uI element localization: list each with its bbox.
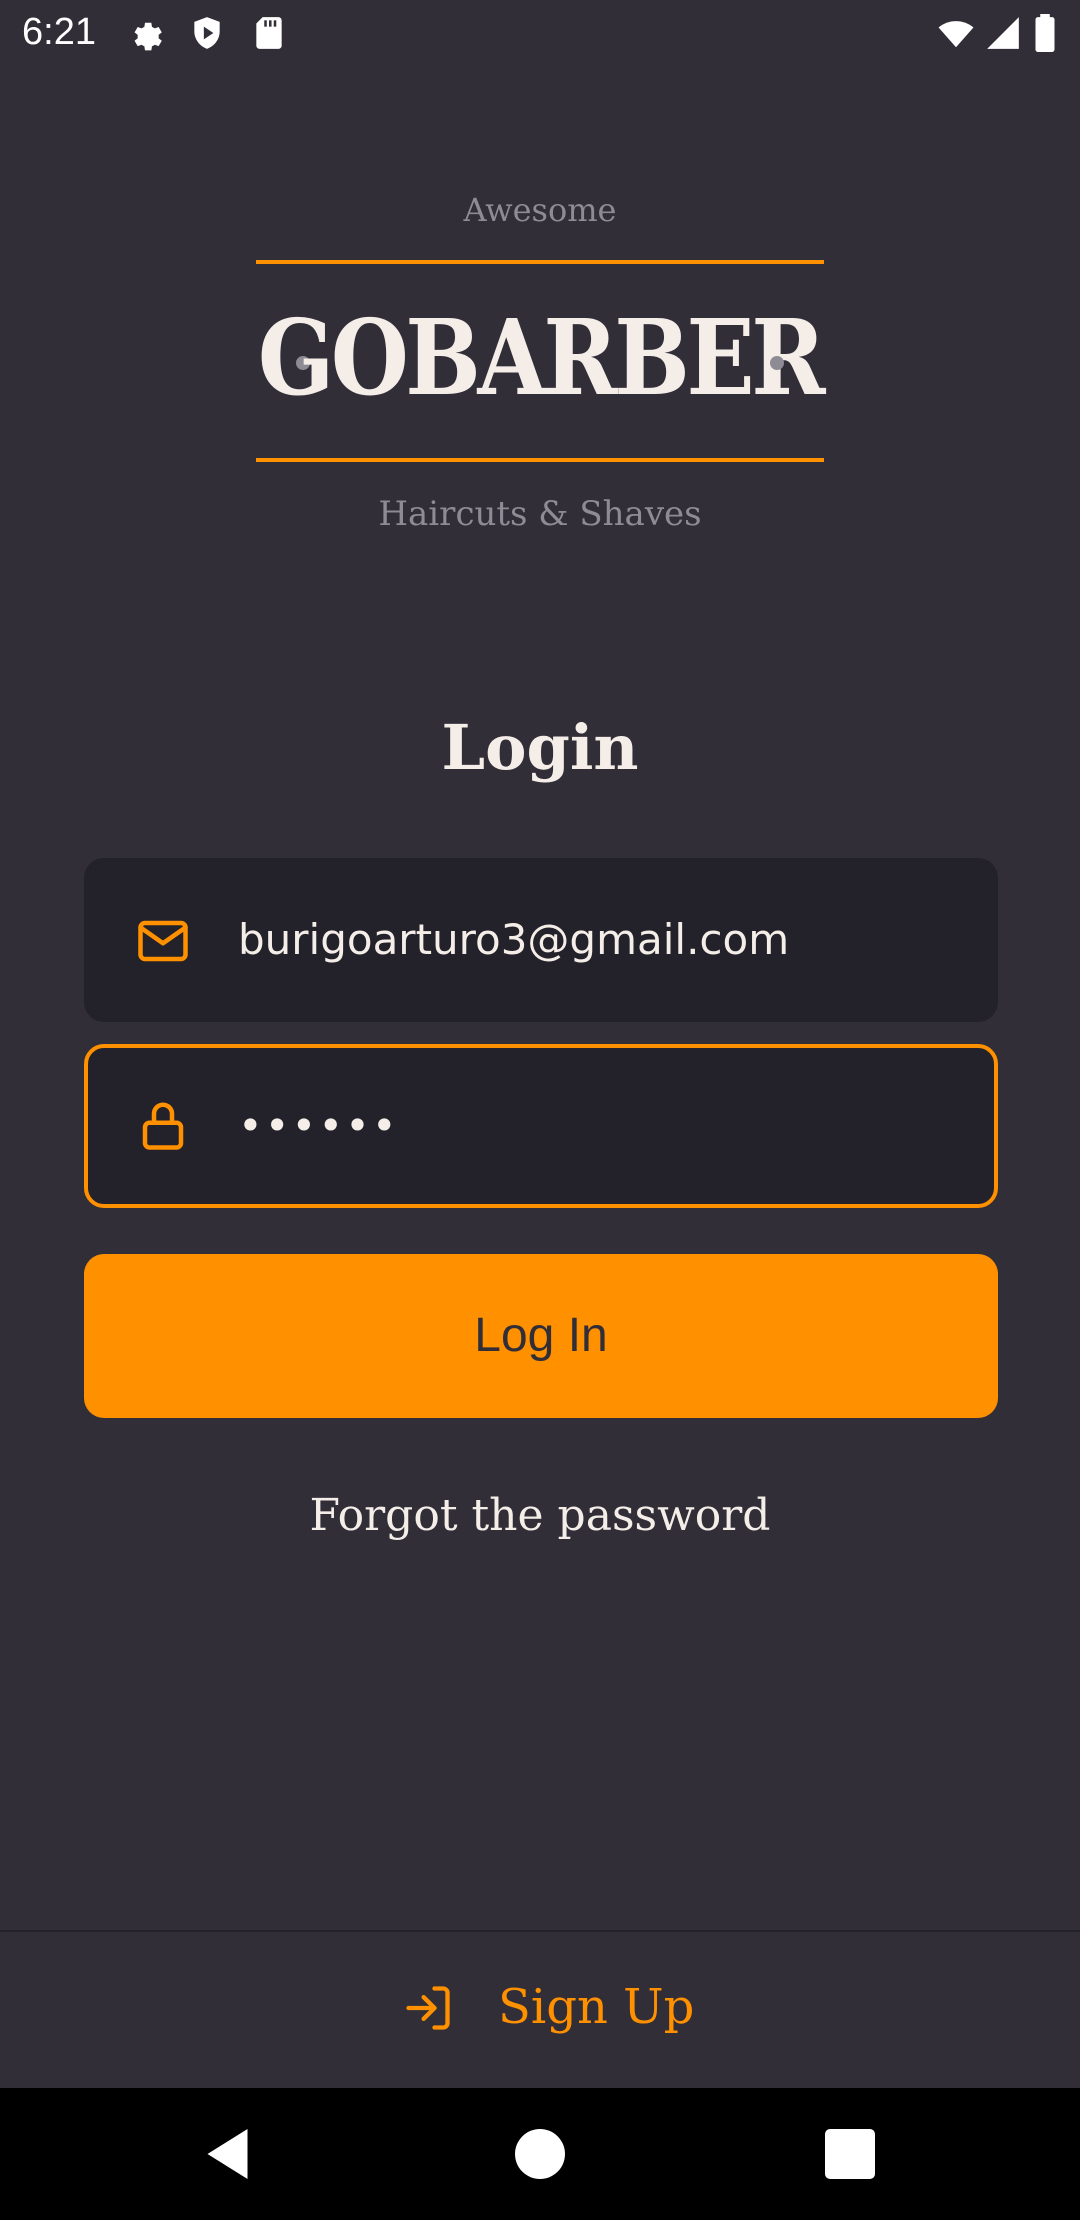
logo-tagline-top: Awesome	[463, 191, 617, 229]
logo-line-bottom	[256, 458, 824, 462]
logo-title: GOBARBER	[257, 296, 826, 419]
wifi-icon	[938, 21, 974, 48]
lock-icon	[142, 1102, 184, 1150]
signal-icon	[987, 17, 1019, 49]
mail-icon	[138, 920, 188, 962]
page-title: Login	[441, 711, 639, 784]
email-value: burigoarturo3@gmail.com	[238, 915, 790, 964]
logo-tagline-bottom: Haircuts & Shaves	[378, 494, 702, 534]
status-bar: 6:21	[0, 0, 1080, 66]
settings-icon	[134, 22, 162, 51]
app-logo: Awesome GOBARBER Haircuts & Shaves	[0, 180, 1080, 540]
logo-dot-right	[770, 356, 784, 370]
password-value: ••••••	[238, 1101, 399, 1150]
recents-icon[interactable]	[820, 2124, 880, 2184]
logo-line-top	[256, 260, 824, 264]
shield-icon	[194, 17, 220, 49]
signup-label: Sign Up	[498, 1979, 695, 2035]
password-field[interactable]: ••••••	[84, 1044, 998, 1208]
login-button[interactable]: Log In	[84, 1254, 998, 1418]
home-icon[interactable]	[510, 2124, 570, 2184]
navigation-bar	[0, 2088, 1080, 2220]
back-icon[interactable]	[200, 2124, 260, 2184]
sd-card-icon	[256, 17, 282, 49]
battery-icon	[1035, 14, 1055, 52]
signup-button[interactable]: Sign Up	[0, 1932, 1080, 2088]
forgot-password-link[interactable]: Forgot the password	[0, 1486, 1080, 1546]
log-in-icon	[406, 1986, 450, 2030]
email-field[interactable]: burigoarturo3@gmail.com	[84, 858, 998, 1022]
status-time: 6:21	[22, 11, 96, 53]
